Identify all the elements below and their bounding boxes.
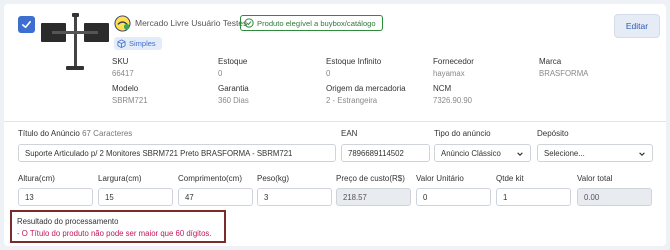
ean-label: EAN: [341, 129, 358, 138]
estoque-infinito-info: Estoque Infinito 0: [326, 57, 381, 78]
garantia-label: Garantia: [218, 84, 249, 93]
processing-result-title: Resultado do processamento: [17, 217, 119, 226]
fornecedor-label: Fornecedor: [433, 57, 474, 66]
box-icon: [117, 39, 126, 48]
largura-input[interactable]: 15: [98, 188, 173, 206]
origem-info: Origem da mercadoria 2 - Estrangeira: [326, 84, 406, 105]
buybox-eligible-badge: Produto elegível a buybox/catálogo: [240, 15, 383, 31]
valor-total-label: Valor total: [577, 174, 613, 183]
marca-value: BRASFORMA: [539, 69, 589, 78]
modelo-label: Modelo: [112, 84, 139, 93]
valor-total-input: 0.00: [577, 188, 652, 206]
modelo-info: Modelo SBRM721: [112, 84, 148, 105]
peso-input[interactable]: 3: [257, 188, 332, 206]
ncm-info: NCM 7326.90.90: [433, 84, 472, 105]
valor-unitario-input[interactable]: 0: [416, 188, 491, 206]
fornecedor-value: hayamax: [433, 69, 465, 78]
product-type-badge: Simples: [114, 37, 162, 50]
estoque-value: 0: [218, 69, 223, 78]
modelo-value: SBRM721: [112, 96, 148, 105]
tipo-anuncio-select[interactable]: Anúncio Clássico: [434, 144, 531, 162]
product-card: Mercado Livre Usuário Testes Produto ele…: [4, 4, 666, 246]
check-icon: [22, 20, 31, 29]
chevron-down-icon: [639, 152, 645, 156]
sku-label: SKU: [112, 57, 129, 66]
altura-label: Altura(cm): [18, 174, 55, 183]
section-divider: [4, 121, 666, 122]
processing-error-message: - O Título do produto não pode ser maior…: [17, 229, 212, 238]
product-thumbnail: [41, 13, 109, 70]
sku-info: SKU 66417: [112, 57, 134, 78]
altura-input[interactable]: 13: [18, 188, 93, 206]
deposito-label: Depósito: [537, 129, 569, 138]
garantia-value: 360 Dias: [218, 96, 249, 105]
mercado-livre-icon: [114, 15, 131, 32]
peso-label: Peso(kg): [257, 174, 290, 183]
deposito-select[interactable]: Selecione...: [537, 144, 653, 162]
tipo-anuncio-label: Tipo do anúncio: [434, 129, 491, 138]
select-product-checkbox[interactable]: [18, 16, 35, 33]
ncm-value: 7326.90.90: [433, 96, 473, 105]
preco-custo-input: 218.57: [336, 188, 411, 206]
marca-info: Marca BRASFORMA: [539, 57, 588, 78]
tipo-anuncio-value: Anúncio Clássico: [441, 148, 501, 158]
estoque-infinito-label: Estoque Infinito: [326, 57, 382, 66]
ncm-label: NCM: [433, 84, 452, 93]
product-type-label: Simples: [129, 39, 156, 48]
chevron-down-icon: [517, 152, 523, 156]
comprimento-input[interactable]: 47: [178, 188, 253, 206]
edit-button[interactable]: Editar: [614, 14, 660, 38]
titulo-label-text: Título do Anúncio: [18, 129, 80, 138]
fornecedor-info: Fornecedor hayamax: [433, 57, 474, 78]
titulo-input[interactable]: Suporte Articulado p/ 2 Monitores SBRM72…: [18, 144, 336, 162]
sku-value: 66417: [112, 69, 134, 78]
ean-input[interactable]: 7896689114502: [341, 144, 430, 162]
valor-unitario-label: Valor Unitário: [416, 174, 464, 183]
preco-custo-label: Preço de custo(R$): [336, 174, 405, 183]
origem-label: Origem da mercadoria: [326, 84, 406, 93]
estoque-label: Estoque: [218, 57, 248, 66]
check-circle-icon: [244, 18, 254, 28]
deposito-value: Selecione...: [544, 148, 585, 158]
estoque-infinito-value: 0: [326, 69, 331, 78]
titulo-char-count: 67 Caracteres: [82, 129, 133, 138]
titulo-label: Título do Anúncio 67 Caracteres: [18, 129, 132, 138]
garantia-info: Garantia 360 Dias: [218, 84, 249, 105]
estoque-info: Estoque 0: [218, 57, 247, 78]
largura-label: Largura(cm): [98, 174, 142, 183]
qtde-kit-input[interactable]: 1: [496, 188, 571, 206]
marca-label: Marca: [539, 57, 562, 66]
seller-name: Mercado Livre Usuário Testes: [135, 18, 248, 28]
qtde-kit-label: Qtde kit: [496, 174, 524, 183]
processing-result-box: Resultado do processamento - O Título do…: [10, 210, 226, 243]
origem-value: 2 - Estrangeira: [326, 96, 378, 105]
comprimento-label: Comprimento(cm): [178, 174, 243, 183]
buybox-label: Produto elegível a buybox/catálogo: [257, 18, 376, 28]
